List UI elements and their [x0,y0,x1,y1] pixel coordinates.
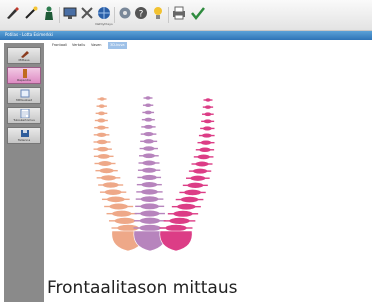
note-icon [20,89,30,98]
sidebar-item-mittaus[interactable]: Mittaus [7,47,41,64]
vertebra-process [142,111,155,114]
monitor-icon[interactable] [63,5,77,19]
tab-vertailu[interactable]: Vertailu [72,42,85,49]
vertebra-process [136,191,163,193]
spine-models [93,95,215,252]
tab-frontaali[interactable]: Frontaali [52,42,67,49]
vertebra-process [104,205,134,208]
vertebra-process [137,169,161,171]
globe-caption: Nettiyhteys [95,22,113,26]
vertebra-process [99,191,127,193]
vertebra-process [159,227,193,229]
vertebra-process [93,148,112,150]
report-icon [20,109,30,118]
toolbar-separator [114,7,115,23]
figure-caption: Frontaalitason mittaus [47,278,238,298]
spine-model-right [159,97,215,252]
sidebar-item-tuloskertomus[interactable]: Tuloskertomus [7,107,41,124]
sidebar: Mittaus Rapsodia Mittaukset Tuloskertomu… [4,43,44,302]
vertebra-process [93,134,110,136]
pencil-icon [21,51,29,58]
vertebra-process [167,213,199,215]
vertebra-process [140,140,158,143]
vertebra-process [202,106,214,108]
settings-icon[interactable] [118,5,132,19]
vertebra-process [95,169,118,172]
vertebra-process [163,220,196,222]
vertebra-process [197,141,215,144]
globe-icon[interactable] [97,5,111,19]
window-titlebar: Potilas - Lotta Esimerkki [0,31,372,40]
vertebra-process [136,183,162,186]
figure-icon [23,69,27,78]
tools-icon[interactable] [80,5,94,19]
vertebra-process [137,176,162,179]
vertebra-process [182,184,208,187]
vertebra-process [96,177,121,179]
vertebra-process [201,120,215,123]
vertebra-process [138,162,160,164]
vertebra-process [202,113,214,115]
sidebar-item-label: Mittaus [18,58,30,62]
vertebra-process [141,118,155,121]
vertebra-process [142,104,154,106]
vertebra-process [191,163,213,165]
vertebra-process [134,220,166,222]
toolbar-separator [168,7,169,23]
viewport[interactable] [46,52,368,302]
disk-icon [21,130,29,137]
vertebra-process [97,98,107,100]
help-icon[interactable]: ? [134,5,148,20]
sidebar-item-label: Rapsodia [17,78,31,82]
vertebra-process [135,205,165,208]
check-icon[interactable] [191,5,205,21]
vertebra-process [96,105,107,107]
vertebra-process [203,99,213,101]
pencil-icon[interactable] [5,5,19,19]
vertebra-process [95,112,108,115]
sidebar-item-label: Mittaukset [16,98,32,102]
vertebra-process [175,198,204,201]
vertebra-process [93,141,111,143]
vertebra-process [143,97,153,99]
view-tabs: Frontaali Vertailu Vasen 3D-kuva [50,42,368,50]
tab-vasen[interactable]: Vasen [91,42,101,49]
sidebar-item-label: Tallenna [17,138,31,142]
toolbar-separator [59,7,60,23]
sidebar-item-label: Tuloskertomus [13,118,35,122]
sidebar-item-tallenna[interactable]: Tallenna [7,127,41,144]
vertebra-process [106,212,137,215]
vertebra-process [93,155,114,158]
vertebra-process [186,177,210,179]
tab-3d-kuva[interactable]: 3D-kuva [108,42,127,49]
vertebra-process [98,184,124,186]
vertebra-process [139,155,159,157]
sidebar-item-rapsodia[interactable]: Rapsodia [7,67,41,84]
vertebra-process [179,191,206,194]
print-icon[interactable] [172,5,186,20]
vertebra-process [200,127,215,130]
vertebra-process [171,205,201,208]
vertebra-process [134,212,165,215]
vertebra-process [188,170,212,172]
vertebra-process [198,134,215,137]
sacrum [159,230,193,252]
vertebra-process [193,156,214,158]
vertebra-process [140,133,157,135]
wand-icon[interactable] [24,5,38,19]
vertebra-process [195,149,215,151]
person-icon[interactable] [42,5,56,20]
vertebra-process [139,147,158,150]
vertebra-process [94,119,108,122]
vertebra-process [94,162,116,165]
toolbar: Nettiyhteys ? [0,0,372,31]
sidebar-item-mittaukset[interactable]: Mittaukset [7,87,41,104]
bulb-icon[interactable] [151,5,165,19]
vertebra-process [141,126,156,128]
svg-text:?: ? [139,10,144,20]
vertebra-process [94,126,109,129]
vertebra-process [135,198,164,200]
vertebra-process [101,198,130,201]
window-title: Potilas - Lotta Esimerkki [5,32,53,37]
